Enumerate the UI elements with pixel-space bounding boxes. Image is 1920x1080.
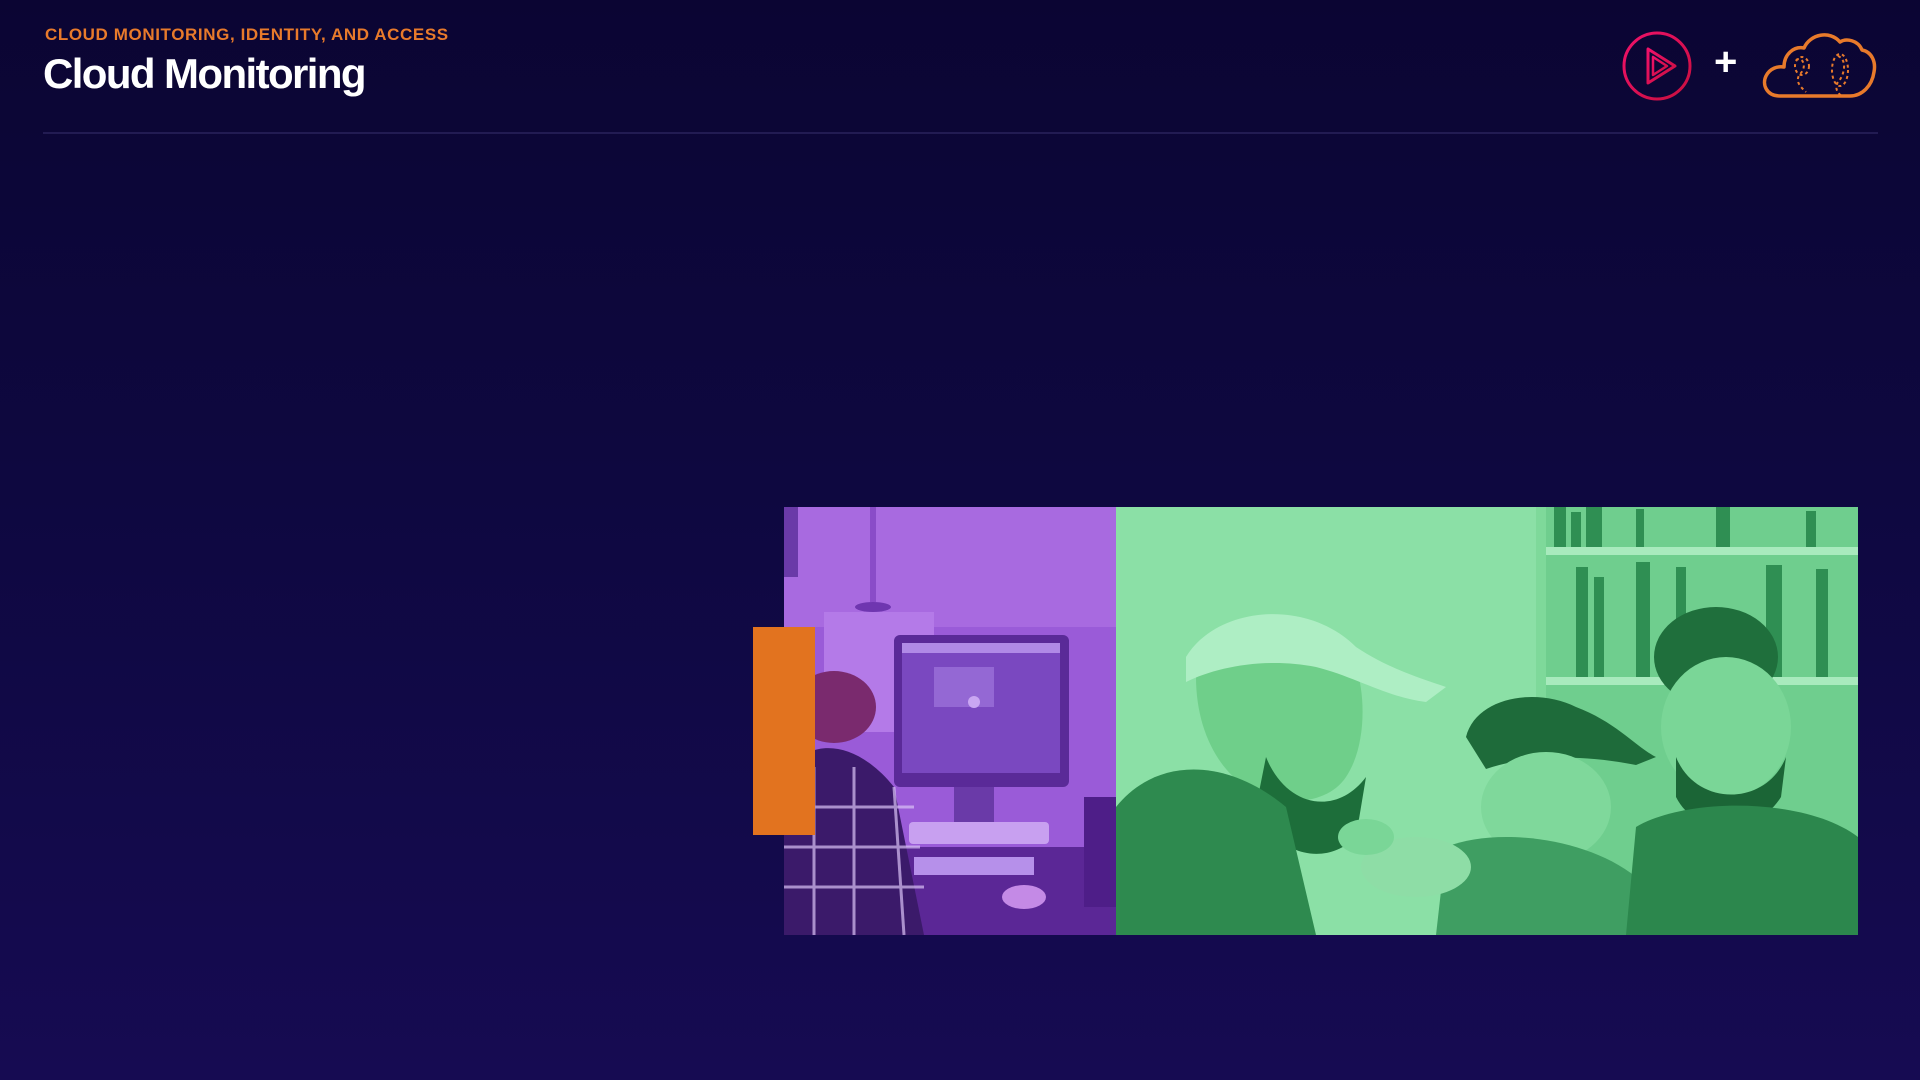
header-divider: [43, 132, 1878, 134]
group-laughing-photo: [1116, 507, 1858, 935]
photo-collage: [784, 507, 1858, 935]
orange-accent-bar: [753, 627, 815, 835]
plus-sign: +: [1714, 40, 1738, 84]
brand-lockup: +: [1620, 26, 1880, 104]
cloud-icon: [1758, 26, 1878, 107]
section-eyebrow: CLOUD MONITORING, IDENTITY, AND ACCESS: [45, 25, 449, 44]
page-title: Cloud Monitoring: [43, 50, 367, 97]
person-at-computer-photo: [784, 507, 1116, 935]
play-triangle-icon: [1622, 31, 1692, 106]
